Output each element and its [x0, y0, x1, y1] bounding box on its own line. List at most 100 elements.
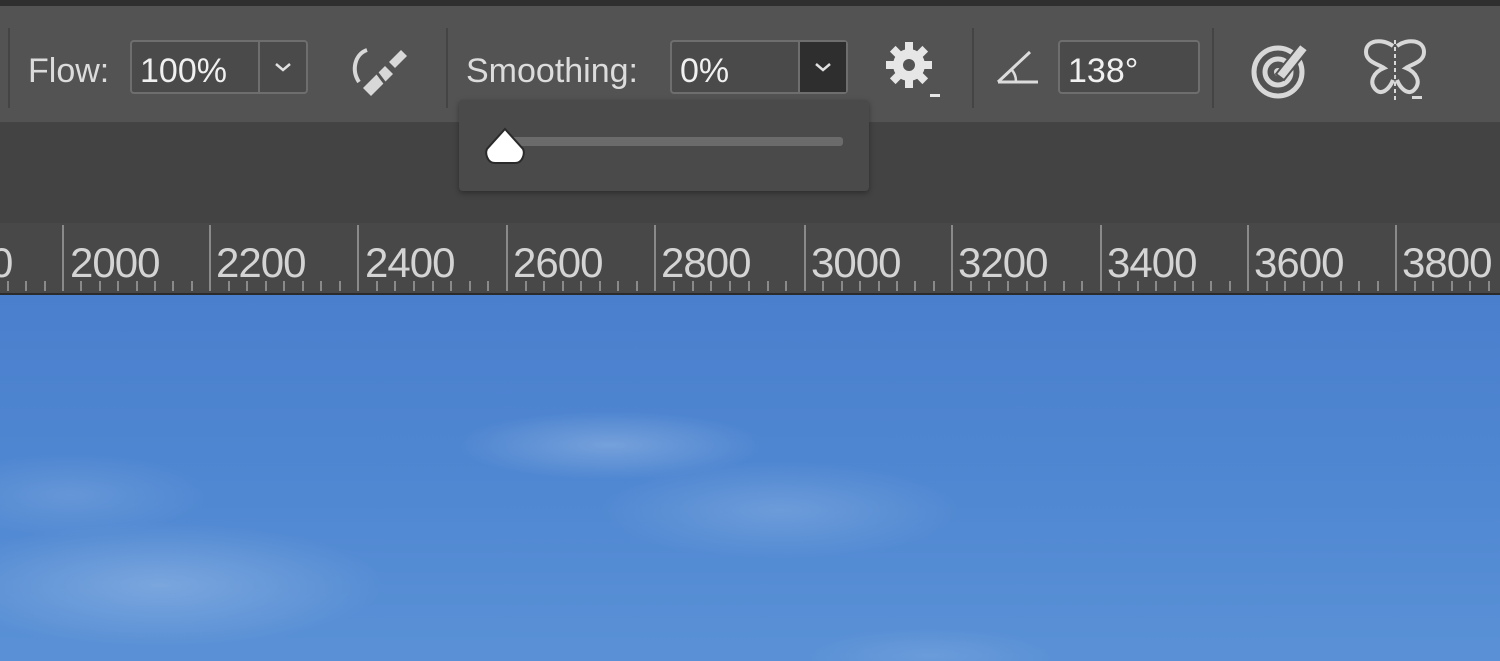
horizontal-ruler[interactable]: 0 2000 2200 2400 2600 2800 3000 3200 3400 3600 380…	[0, 223, 1500, 295]
ruler-label: 3400	[1107, 239, 1197, 286]
ruler-major-tick	[209, 225, 211, 291]
separator	[8, 28, 10, 108]
ruler-minor-tick	[1155, 281, 1157, 291]
ruler-label: 3800	[1402, 239, 1492, 286]
ruler-minor-tick	[1007, 281, 1009, 291]
ruler-major-tick	[506, 225, 508, 291]
ruler-minor-tick	[339, 281, 341, 291]
ruler-minor-tick	[99, 281, 101, 291]
smoothing-popup	[459, 100, 869, 191]
ruler-label: 2800	[661, 239, 751, 286]
ruler-label: 2000	[70, 239, 160, 286]
ruler-label: 3200	[958, 239, 1048, 286]
ruler-minor-tick	[562, 281, 564, 291]
airbrush-icon[interactable]	[345, 42, 411, 98]
ruler-minor-tick	[543, 281, 545, 291]
ruler-minor-tick	[44, 281, 46, 291]
ruler-major-tick	[357, 225, 359, 291]
flow-dropdown-button[interactable]	[258, 42, 306, 92]
smoothing-field[interactable]: 0%	[670, 40, 848, 94]
smoothing-value[interactable]: 0%	[680, 52, 729, 91]
ruler-minor-tick	[896, 281, 898, 291]
ruler-minor-tick	[599, 281, 601, 291]
ruler-minor-tick	[1488, 281, 1490, 291]
ruler-minor-tick	[617, 281, 619, 291]
ruler-major-tick	[654, 225, 656, 291]
ruler-minor-tick	[988, 281, 990, 291]
ruler-label: 3000	[811, 239, 901, 286]
ruler-minor-tick	[1266, 281, 1268, 291]
chevron-down-icon	[815, 63, 831, 72]
ruler-major-tick	[1100, 225, 1102, 291]
ruler-minor-tick	[1118, 281, 1120, 291]
ruler-minor-tick	[970, 281, 972, 291]
ruler-minor-tick	[1210, 281, 1212, 291]
ruler-minor-tick	[1340, 281, 1342, 291]
ruler-minor-tick	[450, 281, 452, 291]
ruler-minor-tick	[525, 281, 527, 291]
ruler-label: 2600	[513, 239, 603, 286]
ruler-minor-tick	[283, 281, 285, 291]
angle-field[interactable]: 138°	[1058, 40, 1200, 94]
ruler-minor-tick	[710, 281, 712, 291]
ruler-minor-tick	[469, 281, 471, 291]
separator	[1212, 28, 1214, 108]
ruler-minor-tick	[914, 281, 916, 291]
ruler-minor-tick	[692, 281, 694, 291]
ruler-minor-tick	[1414, 281, 1416, 291]
ruler-minor-tick	[228, 281, 230, 291]
ruler-minor-tick	[1284, 281, 1286, 291]
ruler-minor-tick	[432, 281, 434, 291]
ruler-minor-tick	[1358, 281, 1360, 291]
ruler-minor-tick	[80, 281, 82, 291]
ruler-minor-tick	[1026, 281, 1028, 291]
ruler-minor-tick	[1081, 281, 1083, 291]
ruler-label: 2400	[365, 239, 455, 286]
ruler-minor-tick	[878, 281, 880, 291]
canvas-image[interactable]	[0, 295, 1500, 661]
ruler-minor-tick	[729, 281, 731, 291]
ruler-major-tick	[951, 225, 953, 291]
ruler-minor-tick	[767, 281, 769, 291]
smoothing-dropdown-button[interactable]	[798, 42, 846, 92]
ruler-minor-tick	[1303, 281, 1305, 291]
ruler-minor-tick	[580, 281, 582, 291]
smoothing-label: Smoothing:	[466, 52, 638, 90]
ruler-minor-tick	[413, 281, 415, 291]
ruler-minor-tick	[1137, 281, 1139, 291]
ruler-minor-tick	[1432, 281, 1434, 291]
ruler-label: 3600	[1254, 239, 1344, 286]
ruler-minor-tick	[246, 281, 248, 291]
ruler-minor-tick	[673, 281, 675, 291]
ruler-minor-tick	[841, 281, 843, 291]
ruler-minor-tick	[154, 281, 156, 291]
ruler-minor-tick	[1063, 281, 1065, 291]
ruler-minor-tick	[7, 281, 9, 291]
ruler-minor-tick	[1451, 281, 1453, 291]
ruler-minor-tick	[1469, 281, 1471, 291]
ruler-minor-tick	[1321, 281, 1323, 291]
ruler-minor-tick	[487, 281, 489, 291]
ruler-minor-tick	[376, 281, 378, 291]
flow-value[interactable]: 100%	[140, 52, 227, 91]
pressure-size-icon[interactable]	[1248, 36, 1314, 100]
ruler-label: 2200	[216, 239, 306, 286]
ruler-minor-tick	[748, 281, 750, 291]
ruler-minor-tick	[172, 281, 174, 291]
flow-field[interactable]: 100%	[130, 40, 308, 94]
separator	[972, 28, 974, 108]
separator	[446, 28, 448, 108]
smoothing-slider-thumb[interactable]	[483, 127, 527, 167]
ruler-minor-tick	[265, 281, 267, 291]
ruler-minor-tick	[320, 281, 322, 291]
symmetry-butterfly-icon[interactable]	[1360, 36, 1430, 102]
smoothing-slider-track[interactable]	[503, 137, 843, 146]
ruler-minor-tick	[1192, 281, 1194, 291]
gear-icon[interactable]	[884, 40, 942, 100]
angle-value[interactable]: 138°	[1068, 52, 1138, 91]
ruler-minor-tick	[394, 281, 396, 291]
ruler-minor-tick	[822, 281, 824, 291]
ruler-minor-tick	[785, 281, 787, 291]
ruler-minor-tick	[859, 281, 861, 291]
ruler-major-tick	[1247, 225, 1249, 291]
